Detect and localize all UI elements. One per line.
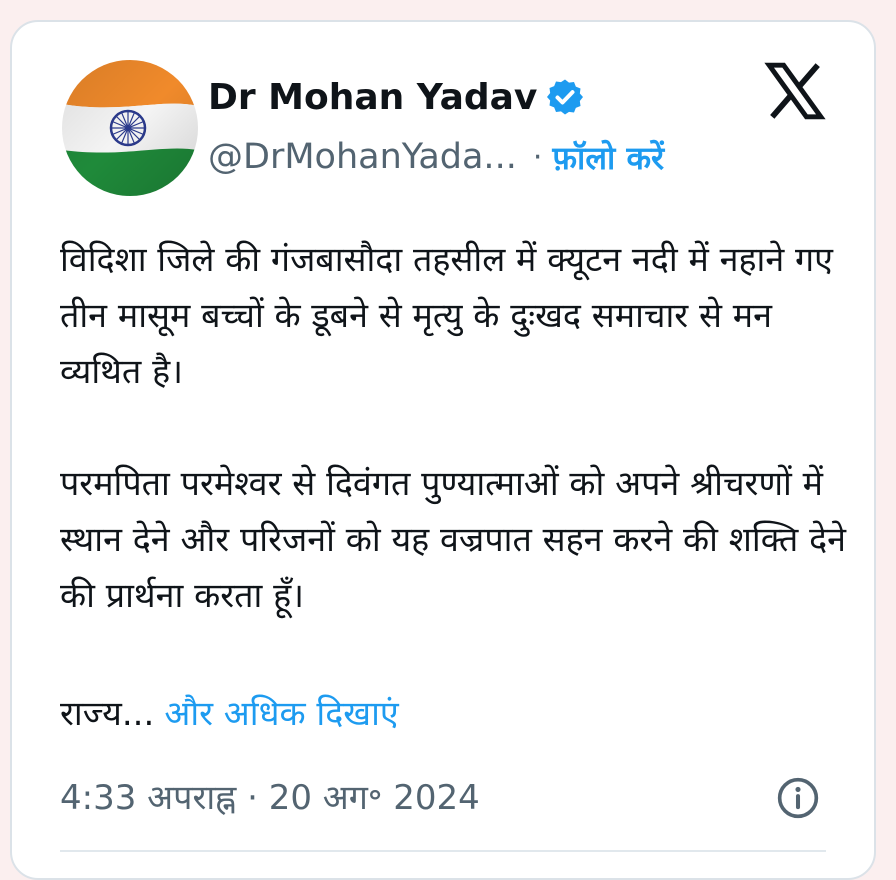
x-logo-icon[interactable] — [764, 60, 826, 122]
separator-dot: · — [532, 139, 543, 175]
tweet-truncated-row: राज्य... और अधिक दिखाएं — [60, 686, 399, 742]
tweet-card: Dr Mohan Yadav @DrMohanYada... · फ़ॉलो क… — [10, 20, 876, 880]
truncated-text: राज्य... — [60, 694, 155, 734]
tweet-paragraph: परमपिता परमेश्वर से दिवंगत पुण्यात्माओं … — [60, 464, 847, 616]
verified-badge-icon — [547, 79, 584, 115]
show-more-link[interactable]: और अधिक दिखाएं — [164, 694, 398, 734]
author-name[interactable]: Dr Mohan Yadav — [208, 77, 537, 118]
author-handle[interactable]: @DrMohanYada... — [208, 137, 517, 177]
tweet-body: विदिशा जिले की गंजबासौदा तहसील में क्यूट… — [60, 232, 850, 624]
divider — [60, 850, 826, 852]
tweet-timestamp[interactable]: 4:33 अपराह्न · 20 अग॰ 2024 — [60, 770, 480, 826]
info-icon[interactable] — [776, 776, 820, 820]
avatar[interactable] — [62, 60, 198, 196]
author-name-row: Dr Mohan Yadav — [208, 72, 585, 122]
tweet-paragraph: विदिशा जिले की गंजबासौदा तहसील में क्यूट… — [60, 240, 833, 392]
follow-button[interactable]: फ़ॉलो करें — [552, 136, 664, 179]
indian-flag-avatar-icon — [62, 60, 198, 196]
author-handle-row: @DrMohanYada... · फ़ॉलो करें — [208, 132, 664, 182]
